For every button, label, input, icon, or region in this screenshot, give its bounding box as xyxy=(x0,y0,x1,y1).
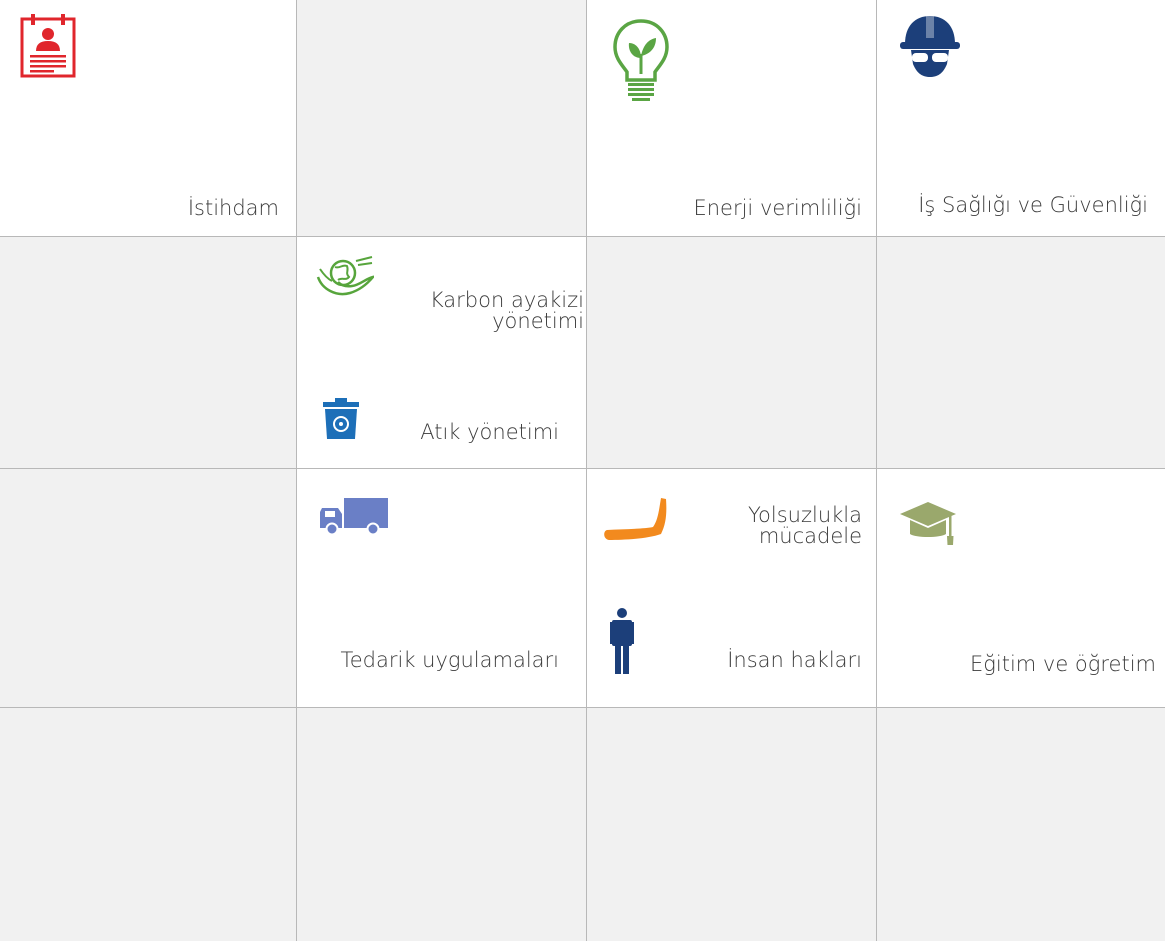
topic-label-supply: Tedarik uygulamaları xyxy=(340,648,559,672)
arm-stop-icon xyxy=(603,496,671,548)
topic-label-waste: Atık yönetimi xyxy=(420,420,559,444)
grid-line xyxy=(296,0,297,941)
empty-cell xyxy=(0,469,296,707)
light-bulb-icon xyxy=(612,18,670,110)
empty-cell xyxy=(297,0,586,236)
recycle-bin-icon xyxy=(322,398,360,444)
graduation-cap-icon xyxy=(898,500,958,550)
topic-label-line: Karbon ayakizi xyxy=(429,288,584,312)
grid-line xyxy=(586,0,587,941)
empty-cell xyxy=(297,708,586,941)
empty-cell xyxy=(587,237,876,468)
id-card-icon xyxy=(20,14,76,82)
empty-cell xyxy=(877,237,1165,468)
grid-line xyxy=(876,0,877,941)
empty-cell xyxy=(0,708,296,941)
topic-label-line: Yolsuzlukla xyxy=(747,503,862,527)
empty-cell xyxy=(587,708,876,941)
topic-label-safety: İş Sağlığı ve Güvenliği xyxy=(918,193,1148,217)
grid-line xyxy=(0,468,1165,469)
grid-line xyxy=(0,236,1165,237)
person-icon xyxy=(610,608,634,678)
topic-label-rights: İnsan hakları xyxy=(727,648,862,672)
hand-globe-icon xyxy=(316,255,377,303)
topic-label-line: yönetimi xyxy=(492,309,584,334)
topic-label-employment: İstihdam xyxy=(187,196,279,220)
topic-label-corruption: Yolsuzlukla mücadele xyxy=(747,503,862,549)
truck-icon xyxy=(318,496,390,540)
grid-line xyxy=(0,707,1165,708)
topic-label-carbon: Karbon ayakizi yönetimi xyxy=(429,288,584,334)
topic-label-line: mücadele xyxy=(758,524,862,549)
hard-hat-icon xyxy=(899,14,961,82)
topic-label-energy: Enerji verimliliği xyxy=(693,196,862,220)
empty-cell xyxy=(0,237,296,468)
topic-label-education: Eğitim ve öğretim xyxy=(970,652,1156,676)
empty-cell xyxy=(877,708,1165,941)
